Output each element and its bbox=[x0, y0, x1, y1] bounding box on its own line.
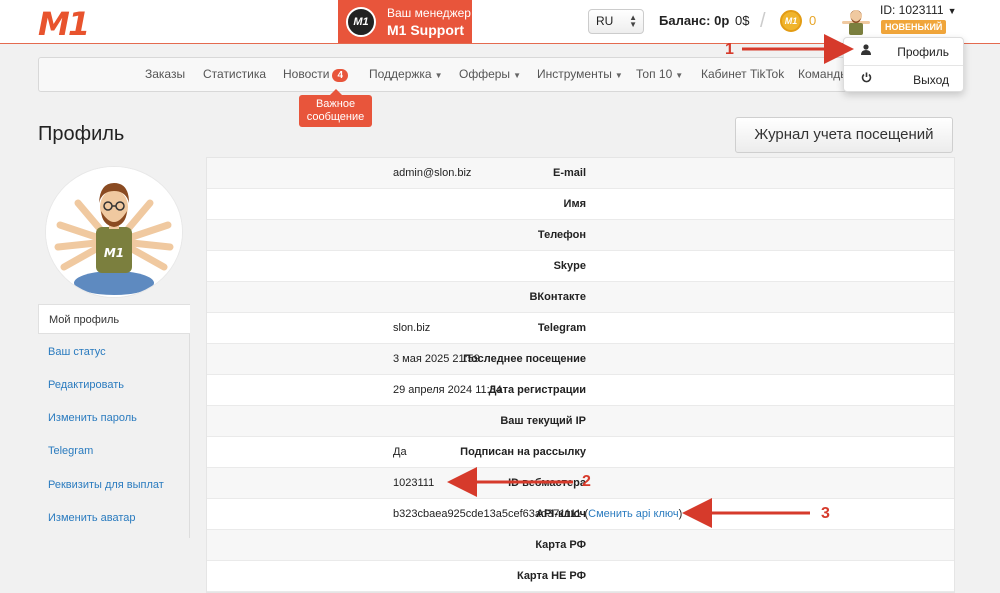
annotation-number-1: 1 bbox=[725, 41, 734, 58]
annotation-arrows-layer bbox=[447, 34, 854, 528]
annotation-number-2: 2 bbox=[582, 473, 591, 490]
annotation-number-3: 3 bbox=[821, 505, 830, 522]
